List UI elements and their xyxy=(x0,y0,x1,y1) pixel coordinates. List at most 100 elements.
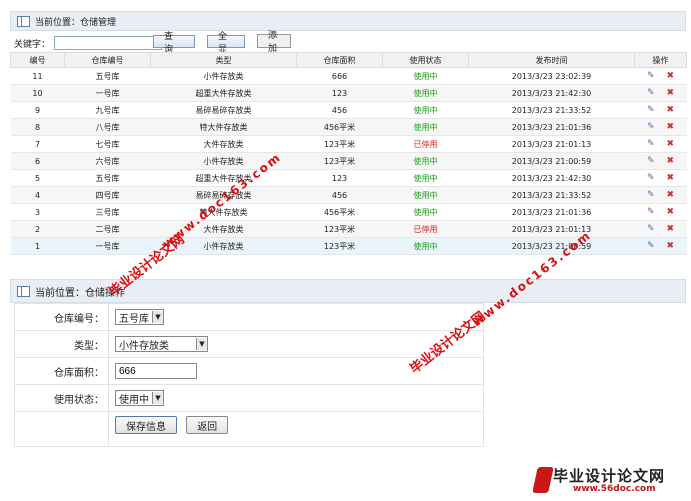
query-button[interactable]: 查 询 xyxy=(153,32,195,55)
type-select[interactable]: 小件存放类 ▼ xyxy=(115,336,208,352)
status-select-value: 使用中 xyxy=(119,394,149,406)
table-cell: 小件存放类 xyxy=(150,67,297,85)
status-badge: 使用中 xyxy=(382,186,469,204)
edit-icon[interactable]: ✎ xyxy=(647,105,655,115)
delete-icon[interactable]: ✖ xyxy=(667,139,675,149)
table-row[interactable]: 4 四号库 易碎易碎存放类 456 使用中 2013/3/23 21:33:52 ✎ ✖ xyxy=(10,186,687,204)
delete-icon[interactable]: ✖ xyxy=(667,71,675,81)
chevron-down-icon: ▼ xyxy=(152,392,163,404)
table-row[interactable]: 6 六号库 小件存放类 123平米 使用中 2013/3/23 21:00:59 ✎ ✖ xyxy=(10,152,687,170)
type-label: 类型： xyxy=(14,330,109,358)
edit-icon[interactable]: ✎ xyxy=(647,190,655,200)
actions-cell: ✎ ✖ xyxy=(634,118,687,136)
table-row[interactable]: 3 三号库 特大件存放类 456平米 使用中 2013/3/23 21:01:36 ✎ ✖ xyxy=(10,203,687,221)
table-cell: 2013/3/23 21:42:30 xyxy=(468,169,635,187)
table-cell: 一号库 xyxy=(64,84,151,102)
edit-icon[interactable]: ✎ xyxy=(647,207,655,217)
status-select[interactable]: 使用中 ▼ xyxy=(115,390,164,406)
table-cell: 456 xyxy=(296,101,383,119)
status-badge: 使用中 xyxy=(382,118,469,136)
table-cell: 七号库 xyxy=(64,135,151,153)
delete-icon[interactable]: ✖ xyxy=(667,207,675,217)
status-badge: 使用中 xyxy=(382,203,469,221)
table-cell: 456平米 xyxy=(296,118,383,136)
chevron-down-icon: ▼ xyxy=(152,311,163,323)
column-header: 发布时间 xyxy=(468,52,635,68)
edit-icon[interactable]: ✎ xyxy=(647,88,655,98)
delete-icon[interactable]: ✖ xyxy=(667,88,675,98)
search-bar: 关键字： xyxy=(14,35,163,51)
table-row[interactable]: 10 一号库 超重大件存放类 123 使用中 2013/3/23 21:42:30 ✎ ✖ xyxy=(10,84,687,102)
table-row[interactable]: 11 五号库 小件存放类 666 使用中 2013/3/23 23:02:39 ✎ ✖ xyxy=(10,67,687,85)
area-input[interactable] xyxy=(115,363,197,379)
edit-icon[interactable]: ✎ xyxy=(647,139,655,149)
table-cell: 123 xyxy=(296,84,383,102)
delete-icon[interactable]: ✖ xyxy=(667,241,675,251)
table-cell: 3 xyxy=(10,203,65,221)
table-cell: 4 xyxy=(10,186,65,204)
edit-icon[interactable]: ✎ xyxy=(647,122,655,132)
table-cell: 八号库 xyxy=(64,118,151,136)
table-row[interactable]: 7 七号库 大件存放类 123平米 已停用 2013/3/23 21:01:13 ✎ ✖ xyxy=(10,135,687,153)
table-cell: 123 xyxy=(296,169,383,187)
delete-icon[interactable]: ✖ xyxy=(667,122,675,132)
table-cell: 7 xyxy=(10,135,65,153)
table-cell: 五号库 xyxy=(64,67,151,85)
column-header: 仓库编号 xyxy=(64,52,151,68)
actions-cell: ✎ ✖ xyxy=(634,152,687,170)
warehouse-select[interactable]: 五号库 ▼ xyxy=(115,309,164,325)
table-cell: 1 xyxy=(10,237,65,255)
table-row[interactable]: 9 九号库 易碎易碎存放类 456 使用中 2013/3/23 21:33:52 ✎ ✖ xyxy=(10,101,687,119)
delete-icon[interactable]: ✖ xyxy=(667,224,675,234)
actions-cell: ✎ ✖ xyxy=(634,84,687,102)
table-cell: 2013/3/23 23:02:39 xyxy=(468,67,635,85)
table-cell: 456平米 xyxy=(296,203,383,221)
edit-icon[interactable]: ✎ xyxy=(647,224,655,234)
actions-label-cell xyxy=(14,411,109,447)
table-cell: 三号库 xyxy=(64,203,151,221)
search-input[interactable] xyxy=(54,36,163,50)
edit-icon[interactable]: ✎ xyxy=(647,156,655,166)
delete-icon[interactable]: ✖ xyxy=(667,173,675,183)
column-header: 编号 xyxy=(10,52,65,68)
edit-icon[interactable]: ✎ xyxy=(647,71,655,81)
table-cell: 123平米 xyxy=(296,220,383,238)
delete-icon[interactable]: ✖ xyxy=(667,105,675,115)
column-header: 操作 xyxy=(634,52,687,68)
edit-icon[interactable]: ✎ xyxy=(647,173,655,183)
table-row[interactable]: 8 八号库 特大件存放类 456平米 使用中 2013/3/23 21:01:36 ✎ ✖ xyxy=(10,118,687,136)
save-button[interactable]: 保存信息 xyxy=(115,416,177,434)
actions-cell: ✎ ✖ xyxy=(634,220,687,238)
breadcrumb: 当前位置：仓储管理 xyxy=(35,17,117,28)
table-cell: 123平米 xyxy=(296,152,383,170)
warehouse-label: 仓库编号： xyxy=(14,303,109,331)
warehouse-table: 编号 仓库编号 类型 仓库面积 使用状态 发布时间 操作 11 五号库 小件存放类 666 使用中 2… xyxy=(10,52,687,255)
logo-url: www.56doc.com xyxy=(573,484,656,494)
table-cell: 一号库 xyxy=(64,237,151,255)
column-header: 仓库面积 xyxy=(296,52,383,68)
table-row[interactable]: 5 五号库 超重大件存放类 123 使用中 2013/3/23 21:42:30 ✎ ✖ xyxy=(10,169,687,187)
actions-cell: ✎ ✖ xyxy=(634,186,687,204)
actions-cell: ✎ ✖ xyxy=(634,135,687,153)
table-cell: 2013/3/23 21:01:36 xyxy=(468,118,635,136)
table-cell: 10 xyxy=(10,84,65,102)
table-cell: 6 xyxy=(10,152,65,170)
table-cell: 易碎易碎存放类 xyxy=(150,101,297,119)
table-cell: 123平米 xyxy=(296,135,383,153)
status-badge: 使用中 xyxy=(382,169,469,187)
table-cell: 六号库 xyxy=(64,152,151,170)
list-panel-header: 当前位置：仓储管理 xyxy=(10,11,686,31)
delete-icon[interactable]: ✖ xyxy=(667,190,675,200)
delete-icon[interactable]: ✖ xyxy=(667,156,675,166)
actions-cell: ✎ ✖ xyxy=(634,101,687,119)
back-button[interactable]: 返回 xyxy=(186,416,229,434)
show-all-button[interactable]: 全 显 xyxy=(207,32,245,55)
table-cell: 超重大件存放类 xyxy=(150,84,297,102)
status-badge: 使用中 xyxy=(382,84,469,102)
table-cell: 666 xyxy=(296,67,383,85)
table-cell: 123平米 xyxy=(296,237,383,255)
edit-icon[interactable]: ✎ xyxy=(647,241,655,251)
add-button[interactable]: 添 加 xyxy=(257,31,291,54)
table-cell: 五号库 xyxy=(64,169,151,187)
status-badge: 使用中 xyxy=(382,237,469,255)
